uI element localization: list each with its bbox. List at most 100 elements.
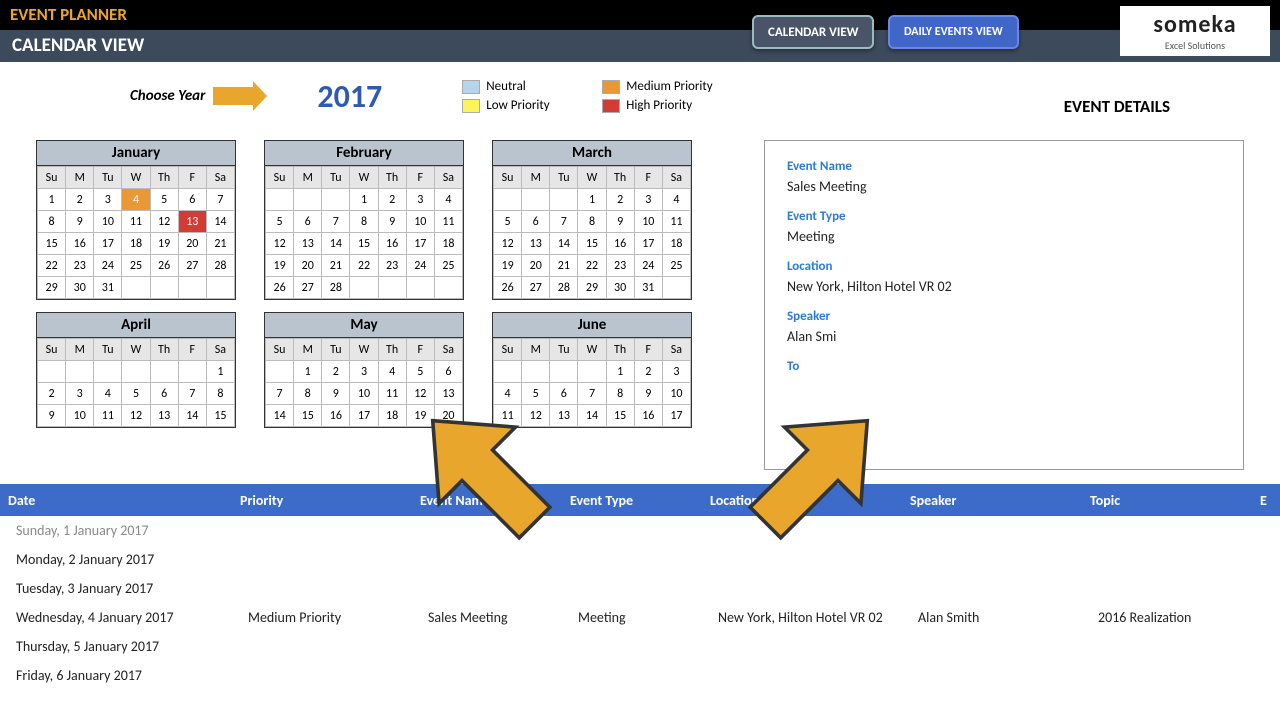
day-cell[interactable]: 3	[406, 189, 434, 211]
day-cell[interactable]: 31	[94, 277, 122, 299]
day-cell[interactable]: 10	[66, 405, 94, 427]
day-cell[interactable]: 12	[150, 211, 178, 233]
day-cell[interactable]	[206, 277, 234, 299]
day-cell[interactable]: 18	[662, 233, 690, 255]
day-cell[interactable]: 17	[662, 405, 690, 427]
day-cell[interactable]: 15	[38, 233, 66, 255]
day-cell[interactable]: 7	[550, 211, 578, 233]
day-cell[interactable]: 27	[294, 277, 322, 299]
day-cell[interactable]: 30	[606, 277, 634, 299]
day-cell[interactable]: 14	[178, 405, 206, 427]
day-cell[interactable]: 11	[434, 211, 462, 233]
year-value[interactable]: 2017	[317, 77, 382, 116]
day-cell[interactable]: 5	[494, 211, 522, 233]
day-cell[interactable]: 10	[350, 383, 378, 405]
day-cell[interactable]: 19	[266, 255, 294, 277]
day-cell[interactable]: 27	[178, 255, 206, 277]
day-cell[interactable]: 10	[662, 383, 690, 405]
day-cell[interactable]: 13	[294, 233, 322, 255]
day-cell[interactable]: 1	[294, 361, 322, 383]
day-cell[interactable]	[522, 361, 550, 383]
day-cell[interactable]: 4	[94, 383, 122, 405]
day-cell[interactable]: 7	[266, 383, 294, 405]
day-cell[interactable]: 19	[494, 255, 522, 277]
day-cell[interactable]: 9	[634, 383, 662, 405]
day-cell[interactable]	[350, 277, 378, 299]
day-cell[interactable]: 25	[434, 255, 462, 277]
day-cell[interactable]: 13	[178, 211, 206, 233]
day-cell[interactable]: 4	[662, 189, 690, 211]
day-cell[interactable]: 24	[406, 255, 434, 277]
day-cell[interactable]: 4	[434, 189, 462, 211]
day-cell[interactable]: 2	[322, 361, 350, 383]
day-cell[interactable]: 16	[634, 405, 662, 427]
day-cell[interactable]: 14	[206, 211, 234, 233]
day-cell[interactable]: 28	[322, 277, 350, 299]
day-cell[interactable]: 7	[178, 383, 206, 405]
day-cell[interactable]: 11	[94, 405, 122, 427]
day-cell[interactable]: 4	[122, 189, 150, 211]
day-cell[interactable]: 14	[266, 405, 294, 427]
day-cell[interactable]: 25	[662, 255, 690, 277]
table-row[interactable]: Monday, 2 January 2017	[0, 545, 1280, 574]
table-row[interactable]: Wednesday, 4 January 2017Medium Priority…	[0, 603, 1280, 632]
day-cell[interactable]: 20	[522, 255, 550, 277]
day-cell[interactable]: 29	[578, 277, 606, 299]
day-cell[interactable]: 7	[578, 383, 606, 405]
day-cell[interactable]: 1	[606, 361, 634, 383]
day-cell[interactable]: 26	[150, 255, 178, 277]
day-cell[interactable]: 8	[578, 211, 606, 233]
day-cell[interactable]: 3	[94, 189, 122, 211]
day-cell[interactable]: 22	[350, 255, 378, 277]
day-cell[interactable]: 9	[38, 405, 66, 427]
table-row[interactable]: Sunday, 1 January 2017	[0, 516, 1280, 545]
day-cell[interactable]: 1	[578, 189, 606, 211]
day-cell[interactable]	[322, 189, 350, 211]
day-cell[interactable]	[578, 361, 606, 383]
day-cell[interactable]: 24	[634, 255, 662, 277]
day-cell[interactable]: 22	[38, 255, 66, 277]
day-cell[interactable]: 16	[606, 233, 634, 255]
day-cell[interactable]: 6	[434, 361, 462, 383]
day-cell[interactable]: 16	[66, 233, 94, 255]
day-cell[interactable]: 14	[578, 405, 606, 427]
day-cell[interactable]: 23	[606, 255, 634, 277]
day-cell[interactable]: 29	[38, 277, 66, 299]
day-cell[interactable]: 19	[150, 233, 178, 255]
day-cell[interactable]: 22	[578, 255, 606, 277]
day-cell[interactable]: 6	[150, 383, 178, 405]
day-cell[interactable]	[494, 361, 522, 383]
day-cell[interactable]: 25	[122, 255, 150, 277]
day-cell[interactable]: 2	[634, 361, 662, 383]
day-cell[interactable]: 23	[378, 255, 406, 277]
day-cell[interactable]	[122, 361, 150, 383]
day-cell[interactable]	[406, 277, 434, 299]
day-cell[interactable]: 8	[350, 211, 378, 233]
day-cell[interactable]: 2	[606, 189, 634, 211]
day-cell[interactable]	[266, 361, 294, 383]
day-cell[interactable]: 13	[150, 405, 178, 427]
day-cell[interactable]: 26	[494, 277, 522, 299]
day-cell[interactable]: 5	[406, 361, 434, 383]
day-cell[interactable]: 5	[122, 383, 150, 405]
day-cell[interactable]: 12	[494, 233, 522, 255]
day-cell[interactable]	[294, 189, 322, 211]
day-cell[interactable]: 10	[94, 211, 122, 233]
day-cell[interactable]: 27	[522, 277, 550, 299]
day-cell[interactable]: 13	[522, 233, 550, 255]
day-cell[interactable]: 5	[150, 189, 178, 211]
day-cell[interactable]: 15	[578, 233, 606, 255]
day-cell[interactable]: 6	[178, 189, 206, 211]
day-cell[interactable]: 28	[550, 277, 578, 299]
day-cell[interactable]: 9	[66, 211, 94, 233]
day-cell[interactable]	[266, 189, 294, 211]
day-cell[interactable]: 24	[94, 255, 122, 277]
day-cell[interactable]: 15	[350, 233, 378, 255]
day-cell[interactable]: 9	[322, 383, 350, 405]
table-row[interactable]: Tuesday, 3 January 2017	[0, 574, 1280, 603]
day-cell[interactable]	[494, 189, 522, 211]
day-cell[interactable]: 21	[550, 255, 578, 277]
day-cell[interactable]: 16	[378, 233, 406, 255]
day-cell[interactable]: 5	[266, 211, 294, 233]
day-cell[interactable]: 26	[266, 277, 294, 299]
